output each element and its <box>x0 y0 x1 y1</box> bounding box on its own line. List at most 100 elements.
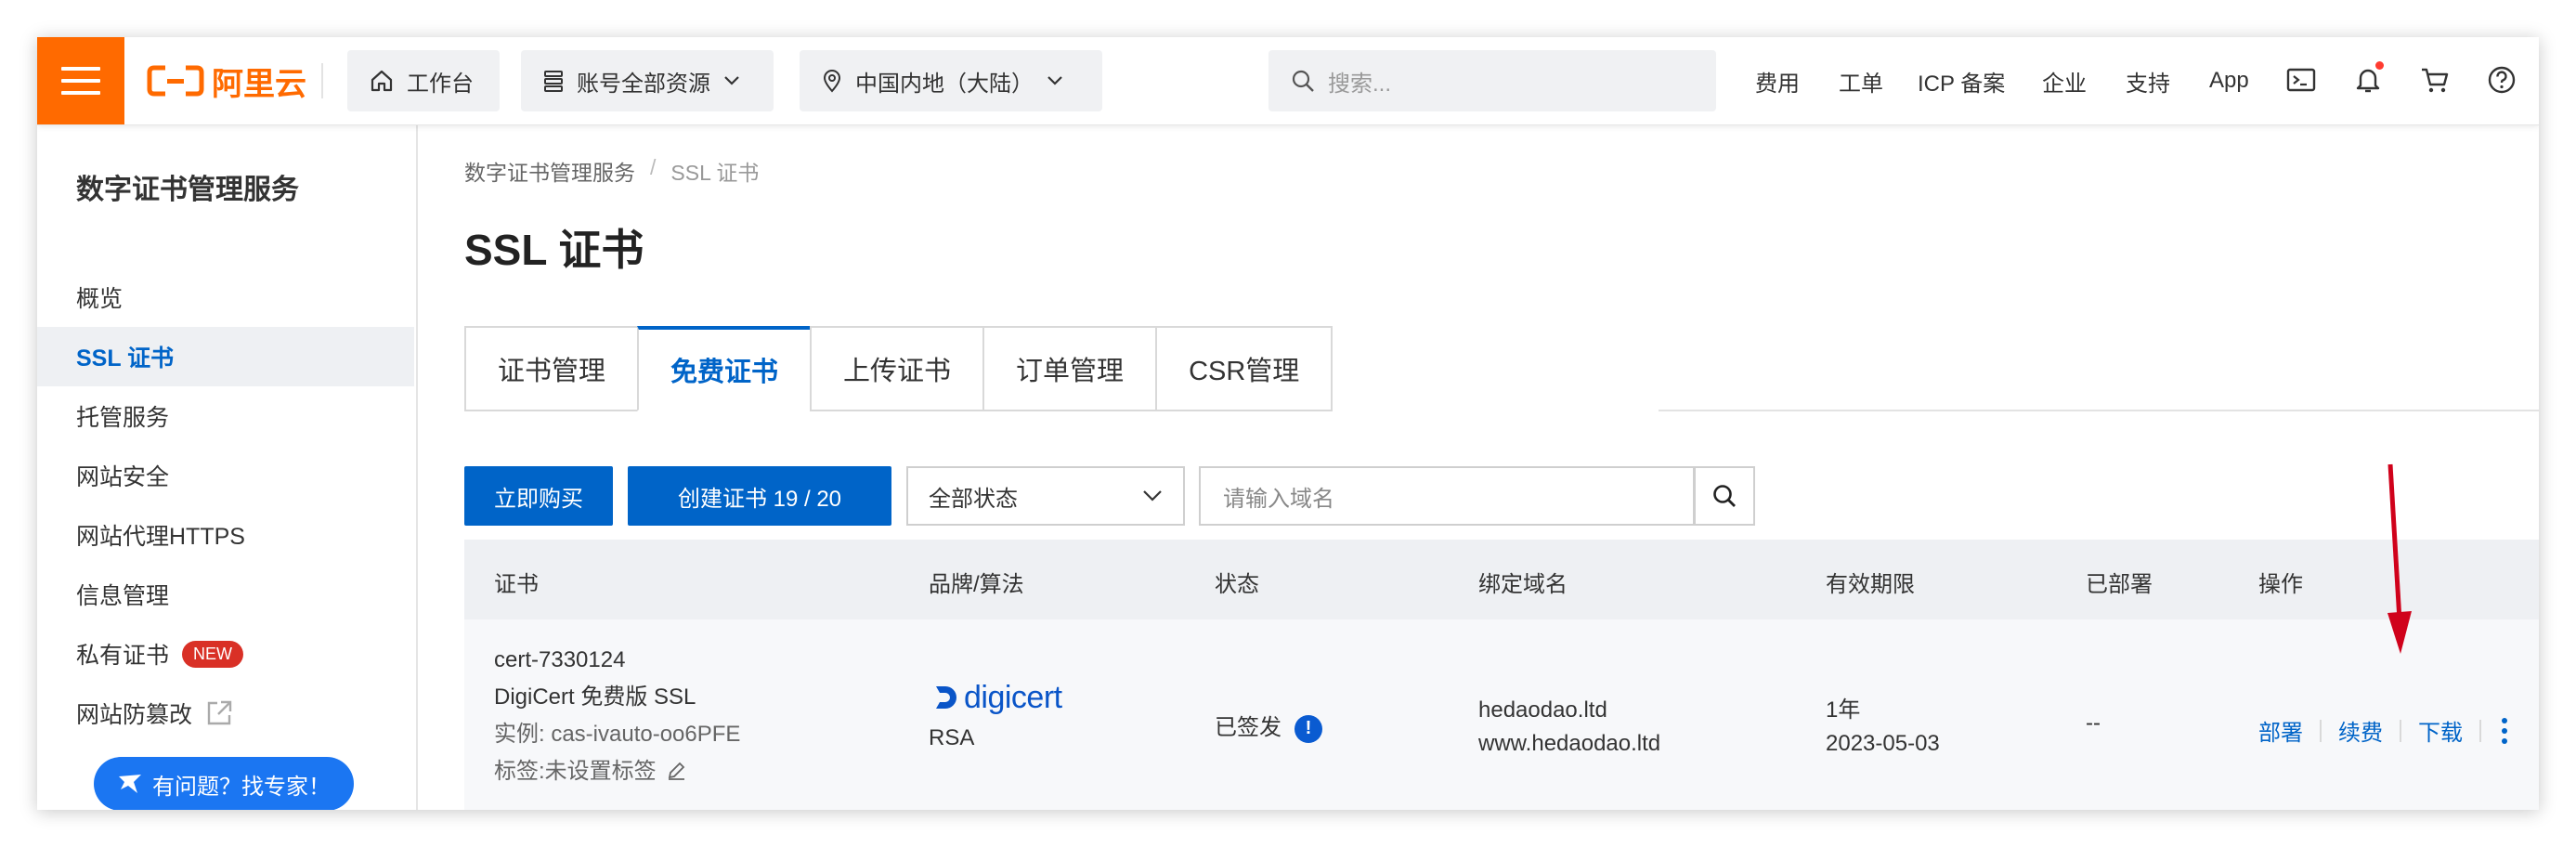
digicert-logo: digicert <box>929 679 1062 716</box>
workbench-button[interactable]: 工作台 <box>347 50 500 111</box>
nav-support-label: 支持 <box>2126 71 2170 97</box>
terminal-icon[interactable] <box>2283 61 2320 98</box>
ask-expert-button[interactable]: 有问题？找专家！ <box>94 757 354 810</box>
top-bar: 阿里云 工作台 账号全部资源 中国内地（大陆） 搜索... 费用 工单 ICP … <box>37 37 2539 125</box>
table-header: 证书 品牌/算法 状态 绑定域名 有效期限 已部署 操作 <box>464 540 2539 619</box>
aliyun-logo[interactable]: 阿里云 <box>147 59 306 102</box>
create-cert-button[interactable]: 创建证书 19 / 20 <box>628 466 891 526</box>
sidebar-item-label: 网站代理HTTPS <box>76 524 245 550</box>
sidebar-item-label: 托管服务 <box>76 405 170 431</box>
sidebar-item-tamper-proof[interactable]: 网站防篡改 <box>37 684 414 743</box>
aliyun-logo-icon <box>147 65 204 97</box>
sidebar-item-managed[interactable]: 托管服务 <box>37 386 414 446</box>
sidebar-item-private-cert[interactable]: 私有证书 NEW <box>37 624 414 684</box>
renew-link[interactable]: 续费 <box>2338 714 2383 747</box>
brand-cell: digicert RSA <box>929 679 1062 757</box>
sidebar-item-label: 信息管理 <box>76 583 170 609</box>
domain-1: hedaodao.ltd <box>1478 697 1607 723</box>
action-separator <box>2400 719 2401 742</box>
region-dropdown[interactable]: 中国内地（大陆） <box>800 50 1102 111</box>
search-icon <box>1713 485 1736 507</box>
domain-search-button[interactable] <box>1694 466 1755 526</box>
nav-enterprise-label: 企业 <box>2042 71 2087 97</box>
tab-upload-cert[interactable]: 上传证书 <box>810 326 983 411</box>
actions-cell: 部署 续费 下载 <box>2258 714 2507 747</box>
main-content: 数字证书管理服务 / SSL 证书 SSL 证书 证书管理 免费证书 上传证书 … <box>418 125 2539 810</box>
sidebar-item-proxy-https[interactable]: 网站代理HTTPS <box>37 505 414 565</box>
status-text: 已签发 <box>1215 715 1281 740</box>
tab-label: CSR管理 <box>1189 357 1300 386</box>
status-select[interactable]: 全部状态 <box>906 466 1185 526</box>
tab-label: 订单管理 <box>1016 357 1125 386</box>
more-actions-icon[interactable] <box>2502 717 2507 744</box>
tab-csr-management[interactable]: CSR管理 <box>1155 326 1334 411</box>
tab-free-cert[interactable]: 免费证书 <box>637 326 811 411</box>
menu-icon[interactable] <box>37 37 124 124</box>
nav-tickets-label: 工单 <box>1839 71 1883 97</box>
nav-app[interactable]: App <box>2209 37 2249 124</box>
validity-cell: 1年 2023-05-03 <box>1826 694 1940 761</box>
sidebar: 数字证书管理服务 概览 SSL 证书 托管服务 网站安全 网站代理HTTPS 信… <box>37 125 418 810</box>
tabs-divider <box>1659 410 2539 411</box>
nav-icp[interactable]: ICP 备案 <box>1918 37 2005 124</box>
logo-text: 阿里云 <box>212 66 306 102</box>
sidebar-item-info[interactable]: 信息管理 <box>37 565 414 624</box>
tab-order-management[interactable]: 订单管理 <box>982 326 1156 411</box>
logo-divider <box>321 63 323 98</box>
cert-id: cert-7330124 <box>494 647 626 672</box>
tab-label: 证书管理 <box>498 357 606 386</box>
info-exclamation-icon[interactable]: ! <box>1295 714 1322 743</box>
sidebar-item-overview[interactable]: 概览 <box>37 267 414 327</box>
col-brand: 品牌/算法 <box>929 572 1024 597</box>
search-placeholder: 搜索... <box>1328 71 1392 97</box>
region-label: 中国内地（大陆） <box>855 71 1034 97</box>
col-cert: 证书 <box>494 572 539 597</box>
domain-search-input[interactable]: 请输入域名 <box>1199 466 1695 526</box>
new-badge: NEW <box>182 640 244 668</box>
nav-fees[interactable]: 费用 <box>1755 37 1800 124</box>
download-link[interactable]: 下载 <box>2418 714 2463 747</box>
breadcrumb-root[interactable]: 数字证书管理服务 <box>464 155 635 187</box>
sidebar-item-ssl[interactable]: SSL 证书 <box>37 327 414 386</box>
sidebar-title: 数字证书管理服务 <box>76 175 299 205</box>
stack-icon <box>544 71 563 92</box>
tab-cert-management[interactable]: 证书管理 <box>464 326 638 411</box>
annotation-arrow-icon <box>2387 463 2412 654</box>
page-title: SSL 证书 <box>464 226 644 274</box>
cert-cell: cert-7330124 DigiCert 免费版 SSL 实例: cas-iv… <box>494 642 740 790</box>
cart-icon[interactable] <box>2416 61 2453 98</box>
cert-instance[interactable]: 实例: cas-ivauto-oo6PFE <box>494 716 740 753</box>
chevron-down-icon <box>1047 76 1062 85</box>
nav-tickets[interactable]: 工单 <box>1839 37 1883 124</box>
tab-bar: 证书管理 免费证书 上传证书 订单管理 CSR管理 <box>464 326 1334 411</box>
deployed-cell: -- <box>2086 710 2101 736</box>
ask-expert-label: 有问题？找专家！ <box>152 774 331 800</box>
resources-dropdown[interactable]: 账号全部资源 <box>521 50 774 111</box>
col-actions: 操作 <box>2258 572 2303 597</box>
action-separator <box>2320 719 2322 742</box>
sidebar-item-site-security[interactable]: 网站安全 <box>37 446 414 505</box>
bell-icon[interactable] <box>2349 61 2387 98</box>
cert-tags[interactable]: 标签:未设置标签 <box>494 753 740 790</box>
tab-label: 免费证书 <box>670 358 779 387</box>
table-row: cert-7330124 DigiCert 免费版 SSL 实例: cas-iv… <box>464 619 2539 810</box>
expiry-date: 2023-05-03 <box>1826 731 1940 756</box>
buy-now-label: 立即购买 <box>494 486 583 512</box>
domain-search-placeholder: 请输入域名 <box>1223 486 1334 512</box>
cert-tags-label: 标签:未设置标签 <box>494 759 657 784</box>
deploy-link[interactable]: 部署 <box>2258 714 2303 747</box>
location-pin-icon <box>823 70 841 93</box>
status-select-value: 全部状态 <box>929 486 1018 512</box>
nav-enterprise[interactable]: 企业 <box>2042 37 2087 124</box>
buy-now-button[interactable]: 立即购买 <box>464 466 613 526</box>
col-deployed: 已部署 <box>2086 572 2153 597</box>
help-icon[interactable] <box>2483 61 2520 98</box>
edit-pencil-icon[interactable] <box>666 761 686 781</box>
nav-support[interactable]: 支持 <box>2126 37 2170 124</box>
sidebar-item-label: 私有证书 <box>76 643 170 669</box>
global-search-input[interactable]: 搜索... <box>1268 50 1716 111</box>
console-window: 阿里云 工作台 账号全部资源 中国内地（大陆） 搜索... 费用 工单 ICP … <box>37 37 2539 810</box>
breadcrumb-separator: / <box>650 155 657 179</box>
breadcrumb-current: SSL 证书 <box>670 161 760 185</box>
action-separator <box>2479 719 2481 742</box>
